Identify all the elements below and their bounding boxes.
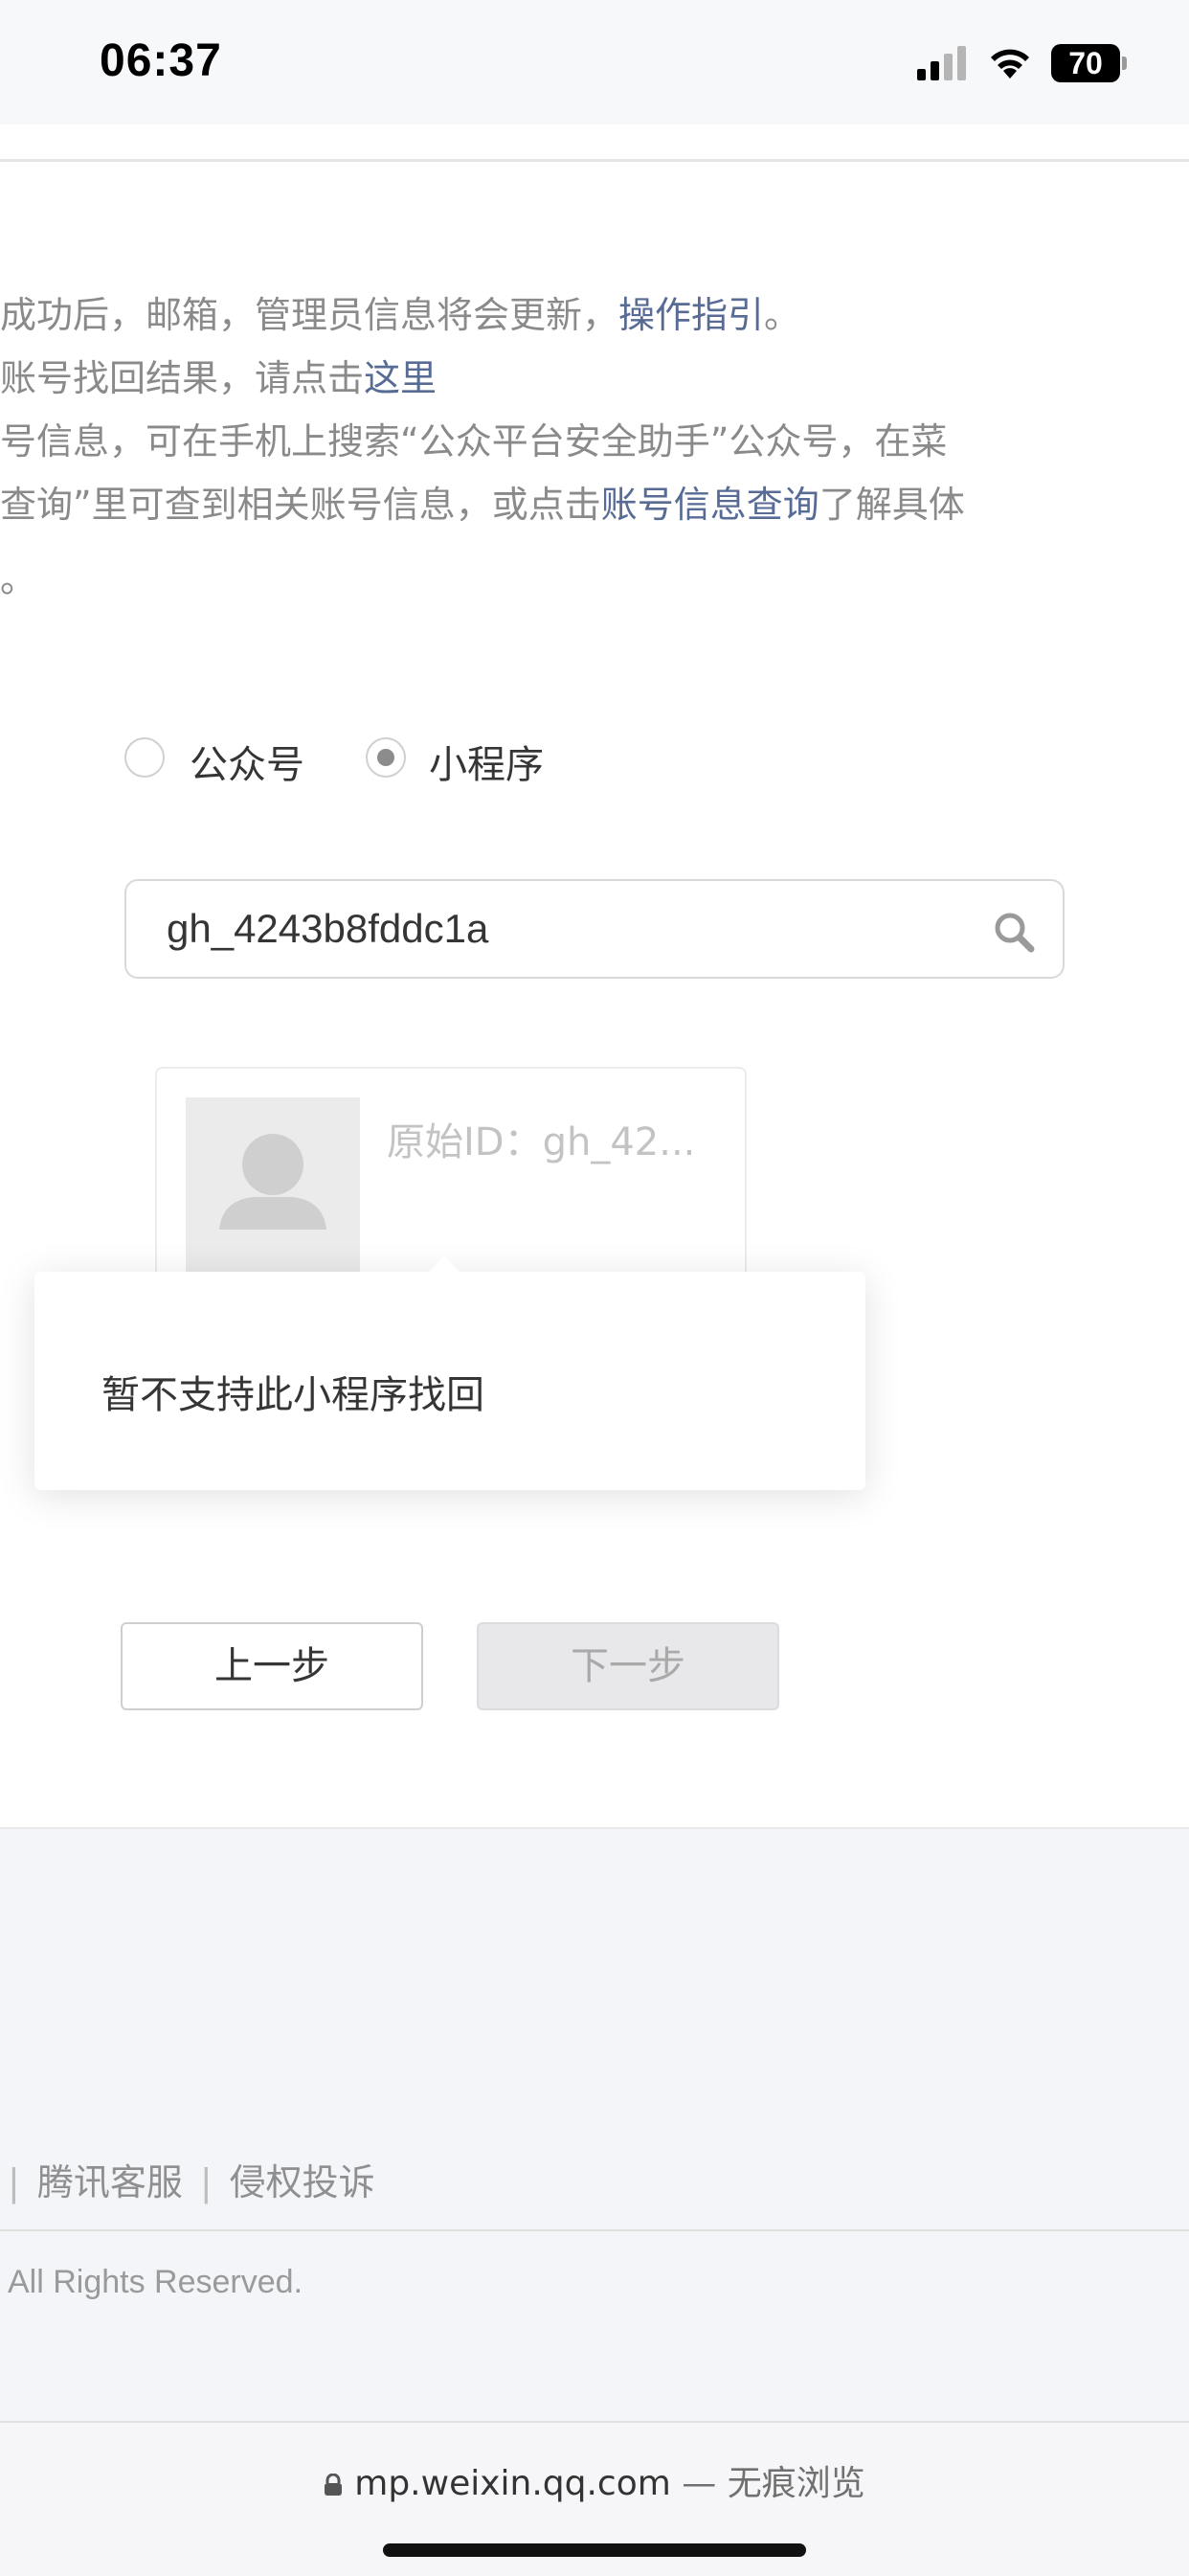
footer-separator: | (8, 2161, 20, 2203)
status-time: 06:37 (100, 35, 222, 86)
lock-icon (325, 2474, 343, 2496)
error-popup: 暂不支持此小程序找回 (34, 1272, 865, 1490)
popup-message: 暂不支持此小程序找回 (101, 1373, 484, 1417)
radio-official-account[interactable] (124, 737, 165, 778)
original-id: 原始ID：gh_42... (387, 1120, 696, 1164)
note-line: 查询”里可查到相关账号信息，或点击账号信息查询了解具体 (0, 484, 965, 526)
note-line: 账号找回结果，请点击这里 (0, 357, 437, 399)
radio-official-account-label[interactable]: 公众号 (190, 734, 304, 789)
copyright: All Rights Reserved. (8, 2264, 303, 2300)
header-divider (0, 159, 1189, 162)
url-row[interactable]: mp.weixin.qq.com — 无痕浏览 (0, 2455, 1189, 2505)
search-icon[interactable] (992, 910, 1036, 954)
footer-separator: | (199, 2161, 213, 2203)
footer-link-customer-service[interactable]: 腾讯客服 (37, 2161, 183, 2203)
note-line: 。 (0, 558, 37, 600)
note-line: 成功后，邮箱，管理员信息将会更新，操作指引。 (0, 294, 801, 336)
wifi-icon (991, 49, 1029, 79)
avatar (186, 1097, 360, 1272)
url-text[interactable]: mp.weixin.qq.com (354, 2464, 671, 2503)
guide-link[interactable]: 操作指引 (618, 294, 764, 336)
private-browsing-label: — 无痕浏览 (682, 2464, 865, 2503)
search-input[interactable]: gh_4243b8fddc1a (124, 879, 1065, 979)
battery-icon: 70 (1051, 44, 1128, 82)
home-indicator (383, 2543, 806, 2557)
battery-level: 70 (1068, 46, 1103, 80)
footer-links: | 腾讯客服 | 侵权投诉 (0, 2153, 375, 2205)
popup-arrow (427, 1256, 461, 1274)
default-avatar-icon (219, 1134, 326, 1230)
next-step-button[interactable]: 下一步 (477, 1622, 779, 1710)
footer-link-infringement[interactable]: 侵权投诉 (230, 2161, 375, 2203)
prev-step-button[interactable]: 上一步 (121, 1622, 423, 1710)
radio-mini-program-label[interactable]: 小程序 (429, 734, 544, 789)
browser-address-bar[interactable]: mp.weixin.qq.com — 无痕浏览 (0, 2421, 1189, 2576)
status-bar: 06:37 70 (0, 0, 1189, 124)
footer-divider (0, 2229, 1189, 2231)
search-input-value[interactable]: gh_4243b8fddc1a (167, 906, 488, 952)
here-link[interactable]: 这里 (364, 357, 437, 399)
note-line: 号信息，可在手机上搜索“公众平台安全助手”公众号，在菜 (0, 420, 948, 463)
footer: | 腾讯客服 | 侵权投诉 All Rights Reserved. (0, 1827, 1189, 2423)
cellular-signal-icon (917, 46, 966, 80)
account-info-query-link[interactable]: 账号信息查询 (601, 484, 819, 526)
radio-mini-program[interactable] (366, 737, 406, 778)
